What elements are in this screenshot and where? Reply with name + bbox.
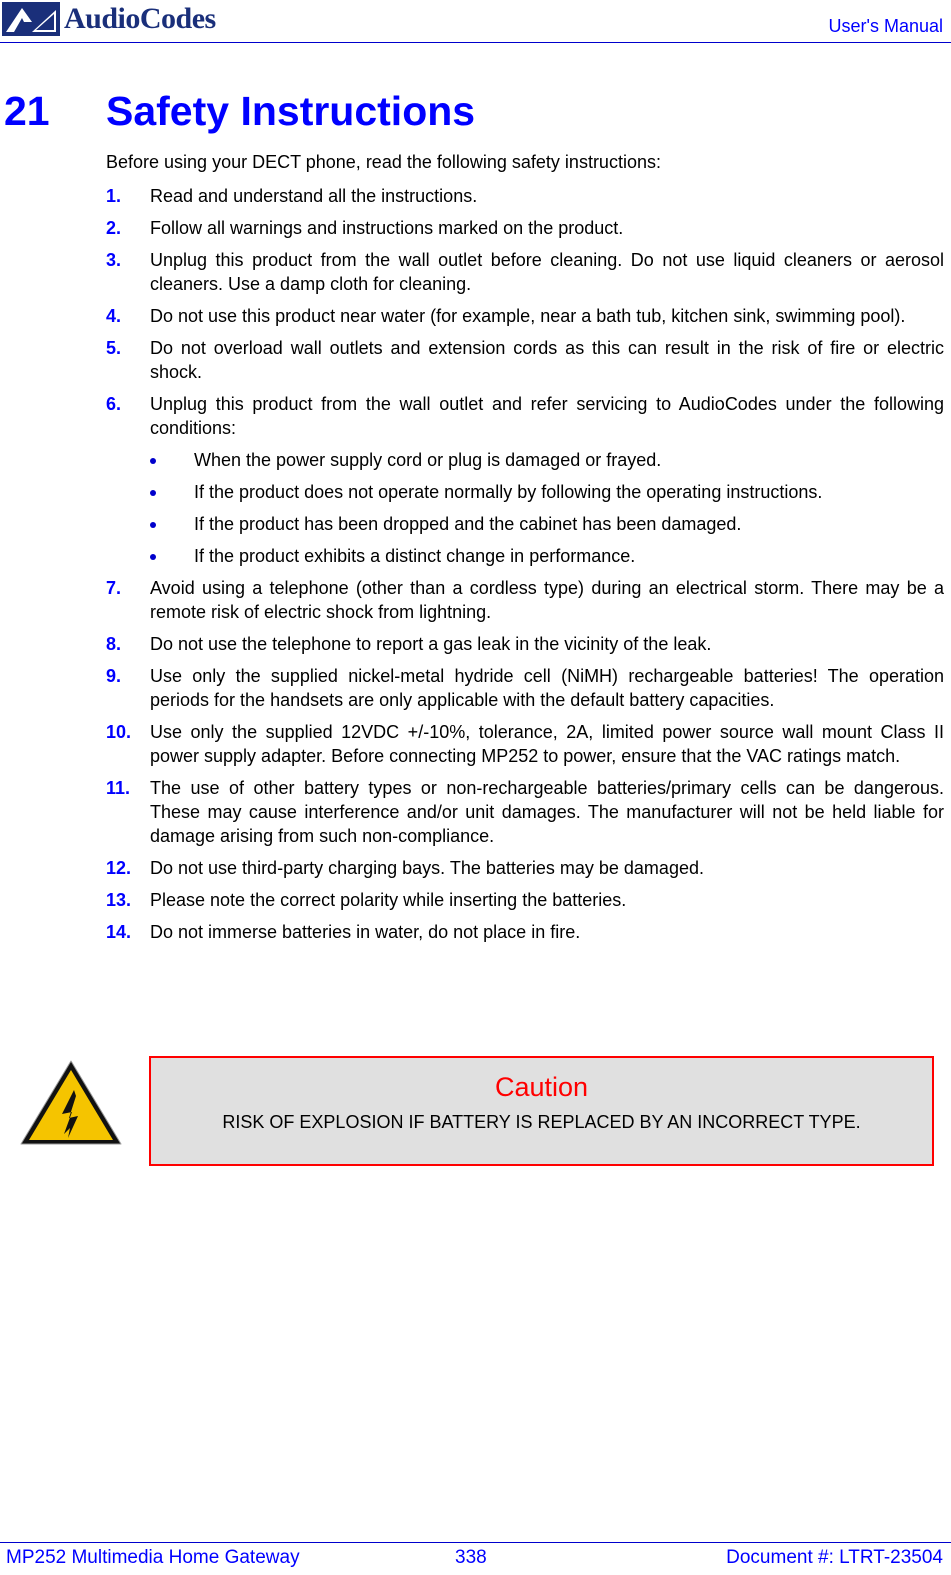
- item-text: Follow all warnings and instructions mar…: [150, 218, 624, 238]
- footer-product: MP252 Multimedia Home Gateway: [6, 1547, 300, 1568]
- brand-logo: AudioCodes: [2, 2, 216, 36]
- item-text: Use only the supplied 12VDC +/-10%, tole…: [150, 722, 944, 766]
- bullet-icon: [150, 490, 156, 496]
- item-text: Do not use the telephone to report a gas…: [150, 634, 712, 654]
- item-number: 1.: [106, 186, 122, 206]
- list-item: 8. Do not use the telephone to report a g…: [106, 632, 944, 656]
- list-item: 14. Do not immerse batteries in water, do…: [106, 920, 944, 944]
- page-header: AudioCodes User's Manual: [0, 0, 951, 44]
- list-item: 4. Do not use this product near water (fo…: [106, 304, 944, 328]
- item-text: Unplug this product from the wall outlet…: [150, 394, 944, 438]
- item-number: 2.: [106, 218, 122, 238]
- header-divider: [0, 42, 951, 43]
- list-item: 7. Avoid using a telephone (other than a …: [106, 576, 944, 624]
- chapter-heading: 21 Safety Instructions: [4, 88, 475, 135]
- chapter-number: 21: [4, 88, 50, 134]
- bullet-item: If the product has been dropped and the …: [106, 512, 944, 536]
- item-text: Use only the supplied nickel-metal hydri…: [150, 666, 944, 710]
- bullet-text: If the product does not operate normally…: [194, 482, 823, 502]
- chapter-title: Safety Instructions: [106, 88, 476, 134]
- item-number: 3.: [106, 250, 122, 270]
- footer-page-number: 338: [455, 1547, 487, 1568]
- intro-text: Before using your DECT phone, read the f…: [106, 152, 661, 172]
- item-text: Read and understand all the instructions…: [150, 186, 478, 206]
- item-text: The use of other battery types or non-re…: [150, 778, 944, 846]
- footer-divider: [0, 1542, 951, 1543]
- list-item: 5. Do not overload wall outlets and exten…: [106, 336, 944, 384]
- bullet-icon: [150, 554, 156, 560]
- item-number: 12.: [106, 858, 132, 878]
- item-number: 7.: [106, 578, 122, 598]
- safety-instructions-list: 1. Read and understand all the instructio…: [106, 184, 944, 952]
- bullet-text: When the power supply cord or plug is da…: [194, 450, 662, 470]
- item-text: Do not immerse batteries in water, do no…: [150, 922, 581, 942]
- item-number: 14.: [106, 922, 132, 942]
- item-text: Do not use this product near water (for …: [150, 306, 906, 326]
- bullet-icon: [150, 458, 156, 464]
- high-voltage-warning-icon: [20, 1060, 122, 1145]
- bullet-item: If the product does not operate normally…: [106, 480, 944, 504]
- item-number: 8.: [106, 634, 122, 654]
- list-item: 1. Read and understand all the instructio…: [106, 184, 944, 208]
- document-type: User's Manual: [828, 16, 943, 36]
- item-text: Do not use third-party charging bays. Th…: [150, 858, 704, 878]
- item-text: Do not overload wall outlets and extensi…: [150, 338, 944, 382]
- list-item: 2. Follow all warnings and instructions m…: [106, 216, 944, 240]
- item-text: Please note the correct polarity while i…: [150, 890, 627, 910]
- item-number: 4.: [106, 306, 122, 326]
- bullet-item: When the power supply cord or plug is da…: [106, 448, 944, 472]
- list-item: 12. Do not use third-party charging bays.…: [106, 856, 944, 880]
- bullet-item: If the product exhibits a distinct chang…: [106, 544, 944, 568]
- item-text: Unplug this product from the wall outlet…: [150, 250, 944, 294]
- footer-document-number: Document #: LTRT-23504: [726, 1547, 943, 1568]
- item-number: 5.: [106, 338, 122, 358]
- item-number: 6.: [106, 394, 122, 414]
- list-item: 10. Use only the supplied 12VDC +/-10%, t…: [106, 720, 944, 768]
- bullet-icon: [150, 522, 156, 528]
- list-item: 11. The use of other battery types or non…: [106, 776, 944, 848]
- caution-text: RISK OF EXPLOSION IF BATTERY IS REPLACED…: [222, 1112, 861, 1132]
- conditions-list: When the power supply cord or plug is da…: [150, 448, 944, 568]
- caution-box: Caution RISK OF EXPLOSION IF BATTERY IS …: [149, 1056, 934, 1166]
- list-item: 13. Please note the correct polarity whil…: [106, 888, 944, 912]
- item-number: 11.: [106, 778, 131, 798]
- list-item: 6. Unplug this product from the wall outl…: [106, 392, 944, 568]
- audiocodes-logo-icon: [2, 2, 60, 36]
- bullet-text: If the product exhibits a distinct chang…: [194, 546, 636, 566]
- item-number: 13.: [106, 890, 132, 910]
- brand-name: AudioCodes: [64, 2, 216, 35]
- item-number: 9.: [106, 666, 122, 686]
- item-text: Avoid using a telephone (other than a co…: [150, 578, 944, 622]
- list-item: 9. Use only the supplied nickel-metal hyd…: [106, 664, 944, 712]
- caution-title: Caution: [494, 1072, 589, 1102]
- list-item: 3. Unplug this product from the wall outl…: [106, 248, 944, 296]
- item-number: 10.: [106, 722, 132, 742]
- bullet-text: If the product has been dropped and the …: [194, 514, 742, 534]
